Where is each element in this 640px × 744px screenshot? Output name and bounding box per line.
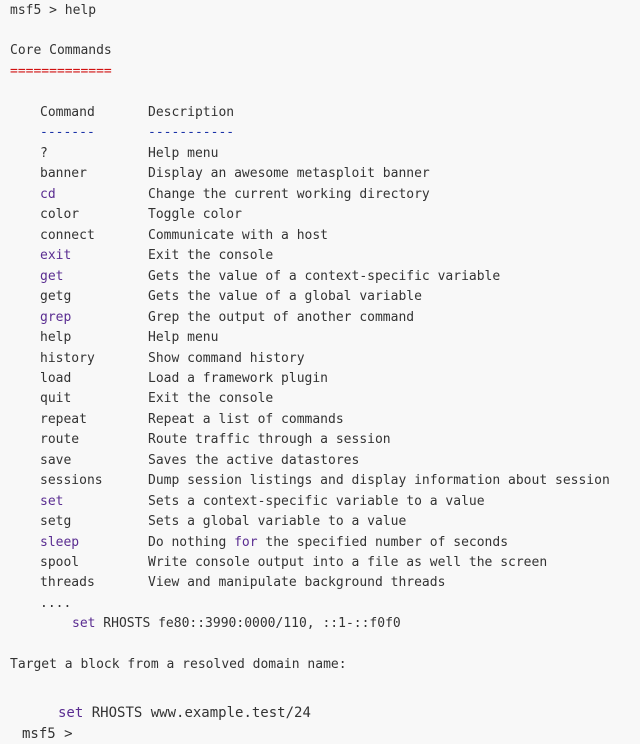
command-name: spool [40,555,80,570]
table-row: help Help menu [0,330,640,350]
table-row: spool Write console output into a file as… [0,555,640,575]
table-row: set Sets a context-specific variable to a… [0,494,640,514]
section-title: Core Commands [10,43,112,58]
command-name: save [40,452,72,468]
command-name: sessions [40,473,103,489]
command-name: exit [40,248,72,264]
command-description: Dump session listings and display inform… [148,473,610,489]
command-description: Repeat a list of commands [148,411,344,427]
command-name: get [40,268,64,284]
table-header-dashes: ------- ----------- [0,125,640,145]
table-row: setg Sets a global variable to a value [0,514,640,534]
table-row: banner Display an awesome metasploit bann… [0,166,640,186]
command-name: quit [40,391,72,407]
example-command-1: set RHOSTS fe80::3990:0000/110, ::1-::f0… [72,616,401,632]
table-row: route Route traffic through a session [0,432,640,452]
example-1-keyword: set [72,616,96,631]
table-row: sleep Do nothing for the specified number… [0,535,640,555]
command-description: Grep the output of another command [148,309,415,325]
command-name: ? [40,146,48,161]
example-1-args: RHOSTS fe80::3990:0000/110, ::1-::f0f0 [95,616,401,631]
command-description: Exit the console [148,248,274,264]
prompt-line: msf5 > help [10,3,97,18]
table-row: cd Change the current working directory [0,187,640,207]
command-name: setg [40,514,72,530]
example-command-2: set RHOSTS www.example.test/24 [58,705,311,721]
table-row: ? Help menu [0,146,640,166]
table-row: color Toggle color [0,207,640,227]
description-part: the specified number of seconds [257,534,509,550]
command-name: color [40,207,80,223]
table-row: quit Exit the console [0,391,640,411]
description-column-header: Description [148,105,235,120]
command-description: Load a framework plugin [148,370,329,386]
command-description: Help menu [148,146,219,161]
target-description: Target a block from a resolved domain na… [10,657,347,672]
table-row: load Load a framework plugin [0,371,640,391]
command-name: grep [40,309,72,325]
table-row: history Show command history [0,351,640,371]
command-description: Communicate with a host [148,227,329,243]
command-name: repeat [40,411,87,427]
description-dash: ----------- [148,125,235,140]
command-name: help [40,330,72,346]
table-row: exit Exit the console [0,248,640,268]
command-description: View and manipulate background threads [148,575,446,591]
command-description: Route traffic through a session [148,432,391,448]
command-name: banner [40,166,87,182]
command-description: Gets the value of a context-specific var… [148,268,501,284]
command-column-header: Command [40,105,95,120]
command-description: Show command history [148,350,305,366]
table-row: threads View and manipulate background th… [0,575,640,595]
command-description: Write console output into a file as well… [148,555,548,570]
command-description: Do nothing for the specified number of s… [148,535,508,551]
command-dash: ------- [40,125,95,140]
command-name: history [40,350,95,366]
command-description: Toggle color [148,207,242,223]
table-row: save Saves the active datastores [0,453,640,473]
table-row: repeat Repeat a list of commands [0,412,640,432]
command-description: Display an awesome metasploit banner [148,166,430,182]
command-name: set [40,493,64,509]
example-2-keyword: set [58,705,84,721]
final-prompt[interactable]: msf5 > [22,726,73,742]
ellipsis: .... [40,596,72,611]
table-row: getg Gets the value of a global variable [0,289,640,309]
command-description: Exit the console [148,391,274,407]
command-description: Saves the active datastores [148,452,360,468]
command-name: sleep [40,534,80,550]
section-underline: ============= [10,64,112,79]
description-keyword: for [234,534,258,550]
table-row: grep Grep the output of another command [0,310,640,330]
command-description: Change the current working directory [148,186,430,202]
example-2-args: RHOSTS www.example.test/24 [83,705,311,721]
command-description: Sets a global variable to a value [148,514,407,530]
description-part: Do nothing [148,534,235,550]
command-description: Gets the value of a global variable [148,289,422,305]
command-name: threads [40,575,95,591]
table-header: Command Description [0,105,640,125]
command-name: connect [40,227,95,243]
table-row: sessions Dump session listings and displa… [0,473,640,493]
table-row: get Gets the value of a context-specific … [0,269,640,289]
command-name: cd [40,186,56,202]
command-description: Sets a context-specific variable to a va… [148,493,485,509]
command-name: route [40,432,80,448]
command-name: getg [40,289,72,305]
command-description: Help menu [148,330,219,346]
command-name: load [40,370,72,386]
table-row: connect Communicate with a host [0,228,640,248]
